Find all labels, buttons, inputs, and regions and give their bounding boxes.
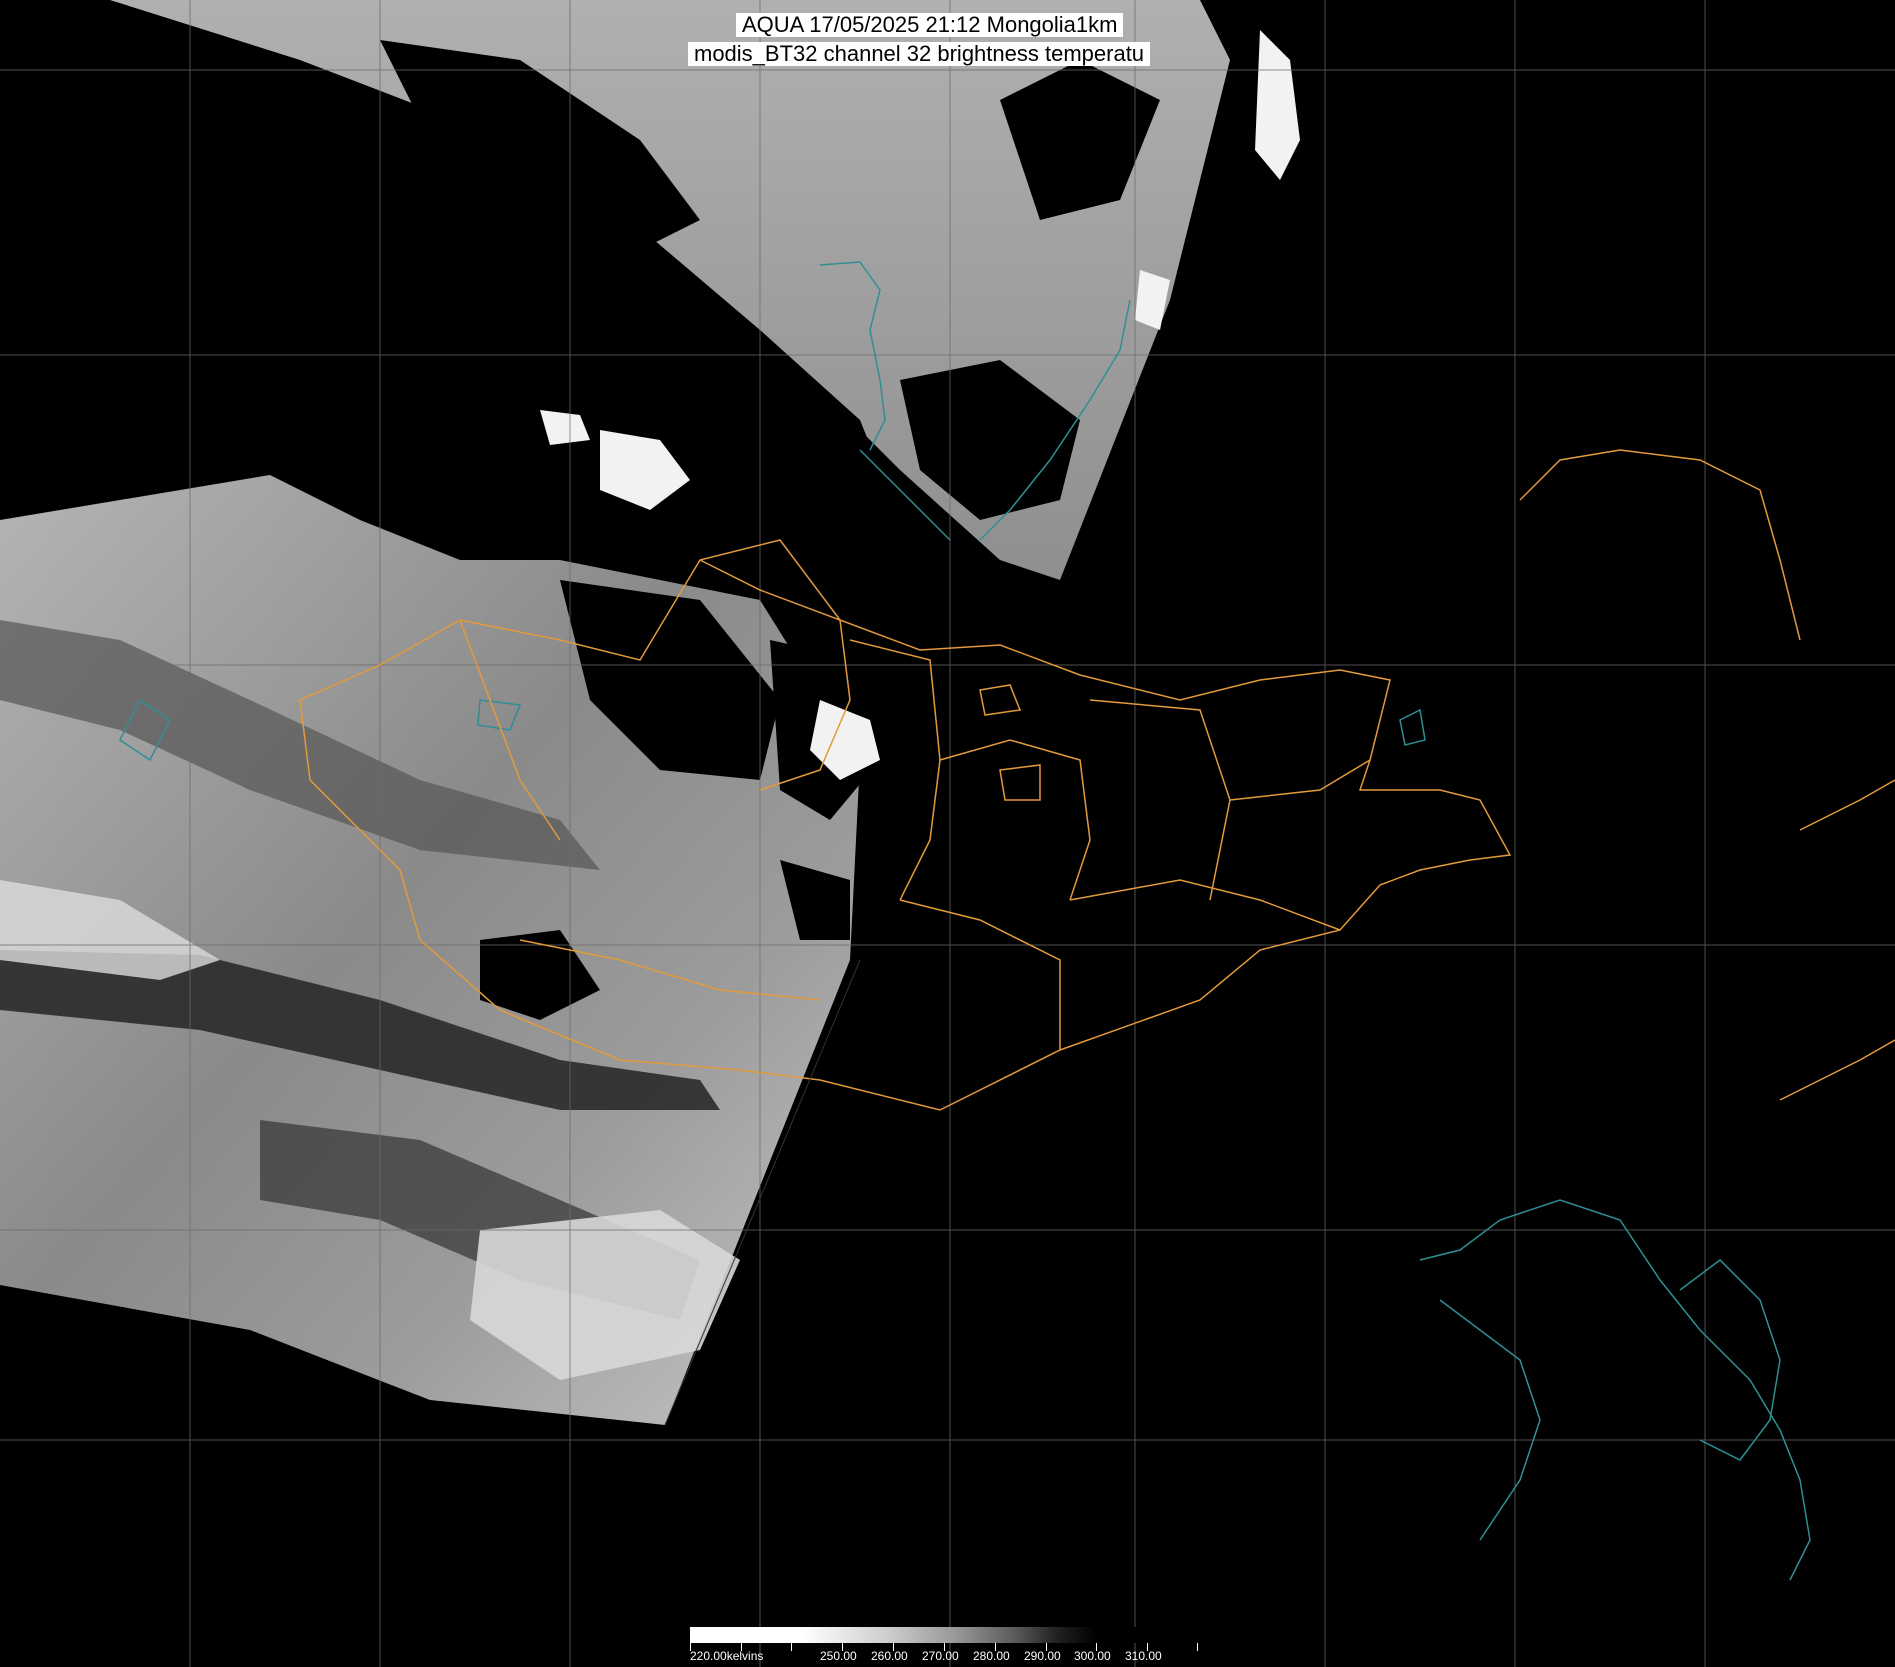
- colorbar-tick-label: 270.00: [922, 1649, 959, 1663]
- china-coast: [1419, 1199, 1811, 1581]
- colorbar-tick-label: 260.00: [871, 1649, 908, 1663]
- border-east-south: [1779, 1039, 1895, 1101]
- colorbar-tick: [1197, 1643, 1198, 1651]
- colorbar-tick-label: 300.00: [1074, 1649, 1111, 1663]
- colorbar-tick-label: 310.00: [1125, 1649, 1162, 1663]
- colorbar-gradient: [690, 1627, 1198, 1643]
- colorbar-unit-label: 220.00kelvins: [690, 1649, 764, 1663]
- province-i: [899, 899, 1061, 1050]
- colorbar-tick: [791, 1643, 792, 1651]
- lake-east-1: [1399, 708, 1426, 746]
- map-title-line-2: modis_BT32 channel 32 brightness tempera…: [688, 42, 1151, 66]
- province-h: [1069, 879, 1341, 931]
- colorbar-tick-label: 290.00: [1024, 1649, 1061, 1663]
- bohai-coast: [1439, 1299, 1541, 1541]
- map-canvas: [0, 0, 1895, 1667]
- inner-lake-2: [999, 764, 1041, 801]
- russia-border: [1519, 449, 1801, 641]
- china-border: [1799, 779, 1895, 831]
- inner-lake-1: [979, 684, 1022, 716]
- province-e: [1089, 699, 1231, 901]
- province-f: [1229, 759, 1371, 801]
- colorbar-legend: 220.00kelvins 250.00 260.00 270.00 280.0…: [690, 1627, 1198, 1667]
- province-d: [939, 739, 1091, 901]
- colorbar-tick-label: 250.00: [820, 1649, 857, 1663]
- colorbar-tick-label: 280.00: [973, 1649, 1010, 1663]
- map-title-line-1: AQUA 17/05/2025 21:12 Mongolia1km: [736, 13, 1124, 37]
- satellite-map-view: AQUA 17/05/2025 21:12 Mongolia1km modis_…: [0, 0, 1895, 1667]
